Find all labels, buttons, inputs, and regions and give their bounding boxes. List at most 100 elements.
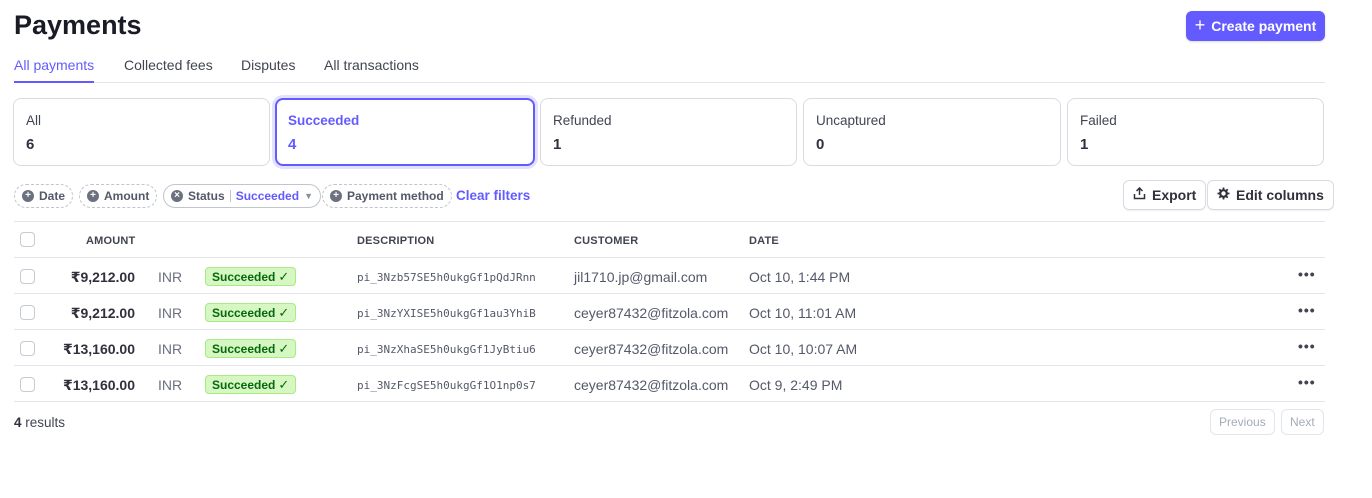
clear-filters-link[interactable]: Clear filters <box>456 188 530 203</box>
status-card-count: 1 <box>553 136 562 153</box>
date-filter-label: Date <box>39 189 66 203</box>
description-cell: pi_3NzFcgSE5h0ukgGf1O1np0s7 <box>357 379 536 392</box>
gear-icon <box>1217 187 1230 203</box>
status-card-count: 0 <box>816 136 825 153</box>
row-checkbox[interactable] <box>20 377 35 392</box>
results-label: results <box>25 415 66 430</box>
currency-cell: INR <box>158 341 183 357</box>
currency-cell: INR <box>158 377 183 393</box>
chevron-down-icon: ▼ <box>304 191 313 201</box>
remove-circle-icon[interactable]: × <box>171 190 183 202</box>
table-header-row: AMOUNT DESCRIPTION CUSTOMER DATE <box>14 221 1325 258</box>
page-title: Payments <box>14 10 142 40</box>
status-filter-label: Status <box>188 189 225 203</box>
row-checkbox[interactable] <box>20 269 35 284</box>
status-filter-value: Succeeded <box>235 189 300 203</box>
select-all-checkbox[interactable] <box>20 232 35 247</box>
checkmark-icon: ✓ <box>278 340 290 356</box>
amount-filter-chip[interactable]: + Amount <box>79 184 158 208</box>
status-card-succeeded[interactable]: Succeeded 4 <box>275 98 535 166</box>
plus-circle-icon: + <box>22 190 34 202</box>
customer-column-header: CUSTOMER <box>574 235 639 247</box>
description-cell: pi_3NzYXISE5h0ukgGf1au3YhiB <box>357 307 536 320</box>
table-row[interactable]: ₹9,212.00 INR Succeeded ✓ pi_3NzYXISE5h0u… <box>14 294 1325 330</box>
amount-cell: ₹13,160.00 <box>62 377 135 393</box>
export-label: Export <box>1152 187 1197 203</box>
status-card-all[interactable]: All 6 <box>13 98 270 166</box>
date-column-header: DATE <box>749 235 779 247</box>
status-card-label: Succeeded <box>288 113 360 128</box>
checkmark-icon: ✓ <box>278 376 290 392</box>
status-card-count: 1 <box>1080 136 1089 153</box>
payments-table: AMOUNT DESCRIPTION CUSTOMER DATE ₹9,212.… <box>14 221 1325 402</box>
date-cell: Oct 10, 1:44 PM <box>749 269 851 285</box>
divider <box>229 190 231 202</box>
date-cell: Oct 10, 10:07 AM <box>749 341 858 357</box>
status-card-uncaptured[interactable]: Uncaptured 0 <box>803 98 1061 166</box>
plus-icon: + <box>1194 15 1206 35</box>
date-cell: Oct 9, 2:49 PM <box>749 377 843 393</box>
customer-cell: ceyer87432@fitzola.com <box>574 305 729 321</box>
status-card-count: 6 <box>26 136 35 153</box>
row-checkbox[interactable] <box>20 341 35 356</box>
status-card-failed[interactable]: Failed 1 <box>1067 98 1324 166</box>
status-badge: Succeeded ✓ <box>205 339 297 358</box>
create-payment-button[interactable]: + Create payment <box>1186 11 1325 41</box>
date-cell: Oct 10, 11:01 AM <box>749 305 857 321</box>
tab-collected-fees[interactable]: Collected fees <box>124 57 213 83</box>
status-badge: Succeeded ✓ <box>205 375 297 394</box>
customer-cell: ceyer87432@fitzola.com <box>574 341 729 357</box>
plus-circle-icon: + <box>87 190 99 202</box>
status-card-count: 4 <box>288 136 297 153</box>
status-card-refunded[interactable]: Refunded 1 <box>540 98 797 166</box>
customer-cell: jil1710.jp@gmail.com <box>574 269 708 285</box>
checkmark-icon: ✓ <box>278 304 290 320</box>
more-actions-icon[interactable]: ••• <box>1298 266 1316 282</box>
more-actions-icon[interactable]: ••• <box>1298 338 1316 354</box>
description-cell: pi_3Nzb57SE5h0ukgGf1pQdJRnn <box>357 271 536 284</box>
status-badge-label: Succeeded <box>212 377 276 392</box>
amount-cell: ₹9,212.00 <box>70 305 135 321</box>
export-icon <box>1133 186 1146 203</box>
description-column-header: DESCRIPTION <box>357 235 435 247</box>
table-row[interactable]: ₹9,212.00 INR Succeeded ✓ pi_3Nzb57SE5h0u… <box>14 258 1325 294</box>
row-checkbox[interactable] <box>20 305 35 320</box>
payment-method-filter-label: Payment method <box>347 189 444 203</box>
currency-cell: INR <box>158 269 183 285</box>
description-cell: pi_3NzXhaSE5h0ukgGf1JyBtiu6 <box>357 343 536 356</box>
edit-columns-label: Edit columns <box>1236 187 1324 203</box>
tab-all-payments[interactable]: All payments <box>14 57 95 83</box>
tab-disputes[interactable]: Disputes <box>241 57 295 83</box>
status-badge: Succeeded ✓ <box>205 267 297 286</box>
customer-cell: ceyer87432@fitzola.com <box>574 377 729 393</box>
table-row[interactable]: ₹13,160.00 INR Succeeded ✓ pi_3NzXhaSE5h0… <box>14 330 1325 366</box>
status-badge-label: Succeeded <box>212 305 276 320</box>
status-filter-chip[interactable]: × Status Succeeded ▼ <box>163 184 321 208</box>
more-actions-icon[interactable]: ••• <box>1298 302 1316 318</box>
status-card-label: Failed <box>1080 113 1117 128</box>
plus-circle-icon: + <box>330 190 342 202</box>
status-card-label: All <box>26 113 42 128</box>
amount-cell: ₹9,212.00 <box>70 269 135 285</box>
export-button[interactable]: Export <box>1123 180 1207 210</box>
next-page-button[interactable]: Next <box>1281 409 1324 435</box>
amount-filter-label: Amount <box>104 189 150 203</box>
date-filter-chip[interactable]: + Date <box>14 184 74 208</box>
payment-method-filter-chip[interactable]: + Payment method <box>322 184 452 208</box>
status-badge: Succeeded ✓ <box>205 303 297 322</box>
table-row[interactable]: ₹13,160.00 INR Succeeded ✓ pi_3NzFcgSE5h0… <box>14 366 1325 402</box>
amount-column-header: AMOUNT <box>86 235 136 247</box>
more-actions-icon[interactable]: ••• <box>1298 374 1316 390</box>
status-card-label: Refunded <box>553 113 612 128</box>
amount-cell: ₹13,160.00 <box>62 341 135 357</box>
status-badge-label: Succeeded <box>212 269 276 284</box>
previous-page-button[interactable]: Previous <box>1210 409 1275 435</box>
tab-bar: All payments Collected fees Disputes All… <box>14 55 1325 83</box>
status-card-label: Uncaptured <box>816 113 886 128</box>
results-number: 4 <box>14 415 22 430</box>
edit-columns-button[interactable]: Edit columns <box>1207 180 1334 210</box>
currency-cell: INR <box>158 305 183 321</box>
checkmark-icon: ✓ <box>278 268 290 284</box>
create-payment-label: Create payment <box>1211 18 1317 34</box>
tab-all-transactions[interactable]: All transactions <box>324 57 419 83</box>
